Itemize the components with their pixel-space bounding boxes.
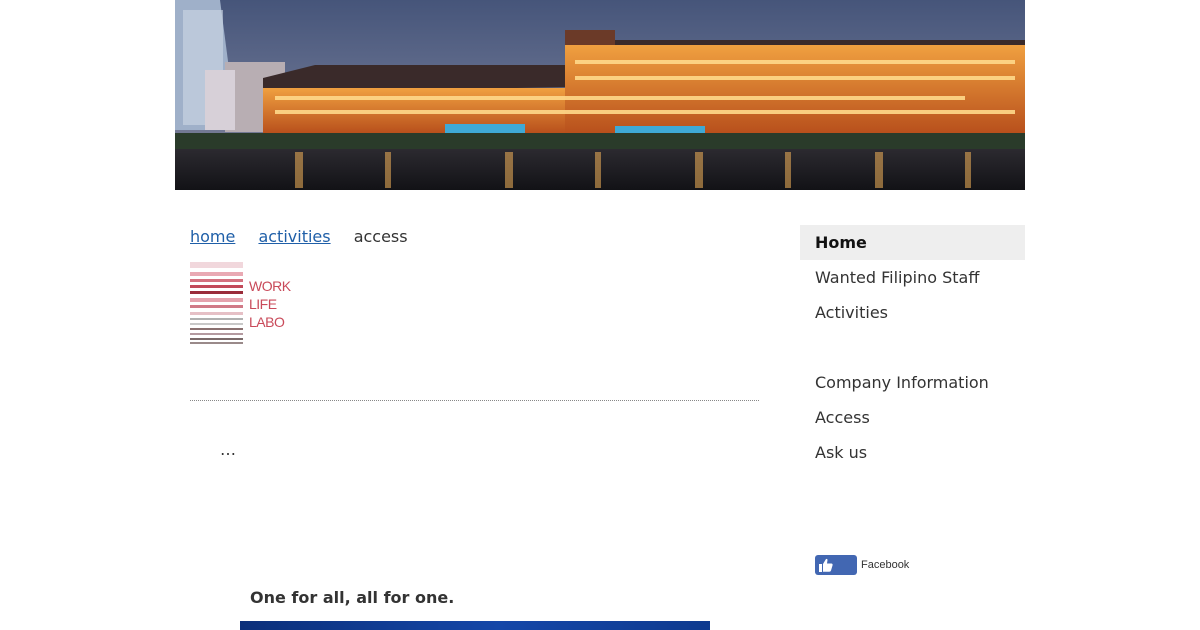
logo-line-life: LIFE [249,296,277,312]
hero-banner-image [175,0,1025,190]
sidebar-item-access[interactable]: Access [800,400,1025,435]
facebook-label: Facebook [861,559,910,571]
sidebar-item-wanted-filipino-staff[interactable]: Wanted Filipino Staff [800,260,1025,295]
sidebar-item-company-information[interactable]: Company Information [800,365,1025,400]
thumbs-up-icon [819,558,833,572]
breadcrumb-activities-link[interactable]: activities [258,227,330,246]
logo-stripes-icon [190,260,243,345]
blue-banner-image [240,621,710,630]
work-life-labo-logo: WORK LIFE LABO [190,260,294,345]
logo-line-labo: LABO [249,314,285,330]
content-ellipsis: … [220,440,236,459]
sidebar-item-ask-us[interactable]: Ask us [800,435,1025,470]
breadcrumb: home activities access [190,227,408,247]
page: home activities access WORK LIFE LABO … … [0,0,1200,630]
facebook-like-button[interactable] [815,555,857,575]
logo-line-work: WORK [249,278,291,294]
sidebar-item-home[interactable]: Home [800,225,1025,260]
logo-wordmark: WORK LIFE LABO [249,277,291,331]
facebook-like-widget[interactable]: Facebook [815,555,909,575]
breadcrumb-home-link[interactable]: home [190,227,235,246]
sidebar-nav: Home Wanted Filipino Staff Activities Co… [800,225,1025,470]
content-divider [190,400,759,401]
breadcrumb-current: access [353,227,408,246]
tagline: One for all, all for one. [250,588,455,607]
sidebar-item-activities[interactable]: Activities [800,295,1025,330]
